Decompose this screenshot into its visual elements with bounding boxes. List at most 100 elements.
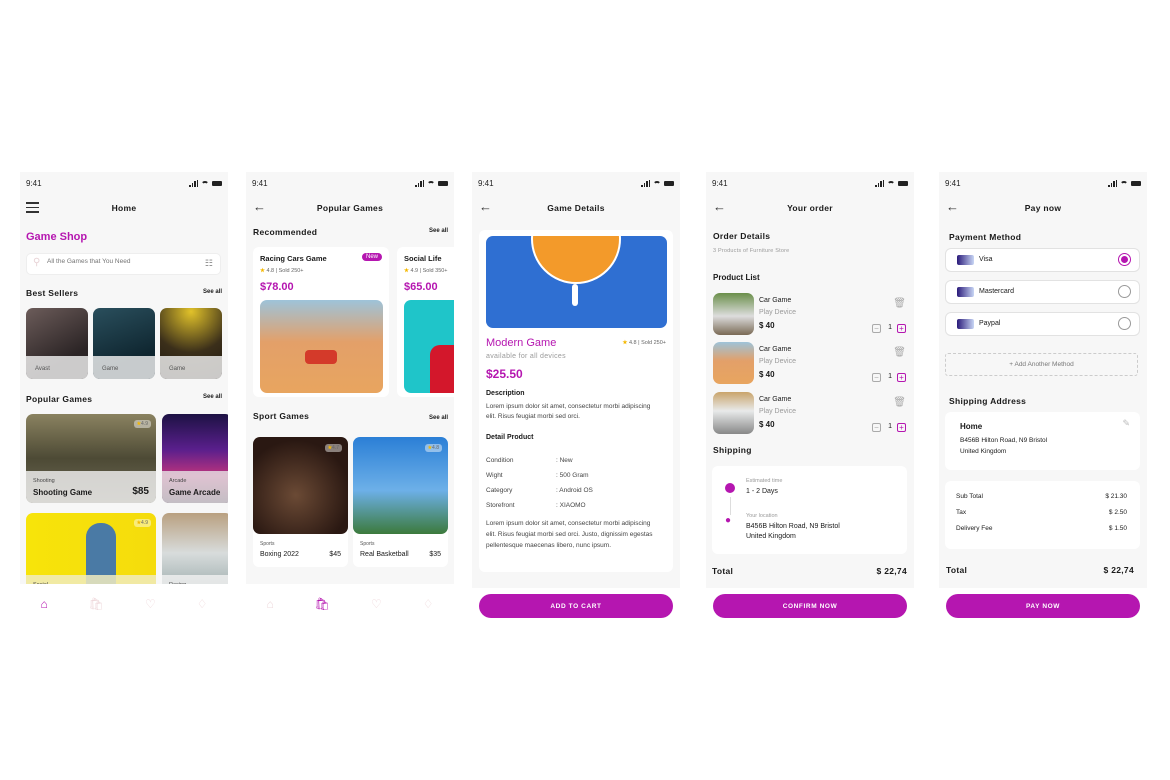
recommended-card[interactable]: Social Life ★ 4.9 | Sold 350+ $65.00 [397,247,454,397]
game-image: ★4.8 [353,437,448,534]
location-label: Your location [746,513,778,519]
minus-icon[interactable]: − [872,423,881,432]
bottom-nav: ⌂ 🛍︎ ♡ ♢ [246,584,454,624]
order-screen: 9:41 ← Your order Order Details 3 Produc… [706,172,914,624]
game-subtitle: available for all devices [486,353,566,360]
minus-icon[interactable]: − [872,324,881,333]
battery-icon [438,181,448,186]
payment-method-title: Payment Method [949,232,1022,242]
bell-icon[interactable]: ♢ [197,597,208,611]
heart-icon[interactable]: ♡ [145,597,156,611]
rating-badge: ★4.8 [424,444,442,452]
best-seller-label: Game [169,366,186,372]
wifi-icon [653,180,661,187]
best-seller-label: Avast [35,366,50,372]
minus-icon[interactable]: − [872,373,881,382]
address-line1: B456B Hilton Road, N9 Bristol [960,437,1048,444]
product-sub: Play Device [759,309,796,316]
bottom-nav: ⌂ 🛍︎ ♡ ♢ [20,584,228,624]
order-details-title: Order Details [713,231,771,241]
rating-text: ★ 4.8 | Sold 250+ [260,268,304,274]
product-price: $ 40 [759,420,775,429]
radio-selected[interactable] [1118,253,1131,266]
summary-row: Delivery Fee $ 1.50 [956,525,1127,532]
add-to-cart-button[interactable]: ADD TO CART [479,594,673,618]
rating-text: ★ 4.9 | Sold 350+ [404,268,448,274]
popular-game-card[interactable]: ★4.9 Shooting Shooting Game $85 [26,414,156,503]
total-value: $ 22,74 [1103,565,1134,575]
plus-icon[interactable]: + [897,423,906,432]
status-time: 9:41 [712,179,728,188]
address-card: Home ✎ B456B Hilton Road, N9 Bristol Uni… [945,412,1140,470]
payment-label: Visa [979,256,993,263]
payment-option-paypal[interactable]: Paypal [945,312,1140,336]
game-image [404,300,454,393]
wifi-icon [1120,180,1128,187]
trash-icon[interactable]: 🗑︎ [893,298,906,309]
order-item: Car Game Play Device $ 40 🗑︎ − 1 + [713,342,908,384]
bell-icon[interactable]: ♢ [423,597,434,611]
popular-see-all[interactable]: See all [203,394,222,400]
popular-game-card[interactable]: Arcade Game Arcade [162,414,228,503]
total-label: Total [712,566,734,576]
product-sub: Play Device [759,358,796,365]
search-input[interactable] [47,258,187,265]
clock-icon [725,483,735,493]
plus-icon[interactable]: + [897,373,906,382]
summary-row: Tax $ 2.50 [956,509,1127,516]
game-name: Social Life [404,254,442,263]
search-bar[interactable]: ⚲ ☷ [26,253,221,275]
wifi-icon [427,180,435,187]
bag-icon[interactable]: 🛍︎ [89,597,104,611]
trash-icon[interactable]: 🗑︎ [893,347,906,358]
payment-label: Paypal [979,320,1001,327]
payment-option-visa[interactable]: Visa [945,248,1140,272]
game-category: Sports [260,541,275,547]
order-item: Car Game Play Device $ 40 🗑︎ − 1 + [713,392,908,434]
product-price: $ 40 [759,321,775,330]
signal-icon [189,180,198,187]
best-sellers-title: Best Sellers [26,288,79,298]
filter-icon[interactable]: ☷ [205,258,213,269]
game-image: ★4.7 [253,437,348,534]
game-price: $78.00 [260,281,294,293]
pay-now-button[interactable]: PAY NOW [946,594,1140,618]
status-time: 9:41 [478,179,494,188]
best-sellers-see-all[interactable]: See all [203,289,222,295]
plus-icon[interactable]: + [897,324,906,333]
best-seller-card[interactable]: Avast [26,308,88,379]
radio-unselected[interactable] [1118,285,1131,298]
location-line2: United Kingdom [746,533,796,540]
product-thumbnail [713,293,754,335]
sport-game-card[interactable]: ★4.8 Sports Real Basketball $35 [353,437,448,567]
shipping-title: Shipping [713,445,752,455]
specs-table: Condition: New Wight: 500 Gram Category:… [486,457,656,517]
add-method-button[interactable]: + Add Another Method [945,353,1138,376]
payment-option-mastercard[interactable]: Mastercard [945,280,1140,304]
new-badge: New [361,253,382,261]
recommended-card[interactable]: Racing Cars Game New ★ 4.8 | Sold 250+ $… [253,247,389,397]
home-icon[interactable]: ⌂ [40,597,47,611]
timeline-line [729,497,731,515]
bag-icon[interactable]: 🛍︎ [315,597,330,611]
shipping-address-title: Shipping Address [949,396,1027,406]
best-seller-card[interactable]: Game [93,308,155,379]
heart-icon[interactable]: ♡ [371,597,382,611]
popular-game-card[interactable]: ★4.9 Social [26,513,156,593]
sport-see-all[interactable]: See all [429,415,448,421]
home-icon[interactable]: ⌂ [266,597,273,611]
battery-icon [1131,181,1141,186]
radio-unselected[interactable] [1118,317,1131,330]
trash-icon[interactable]: 🗑︎ [893,397,906,408]
confirm-now-button[interactable]: CONFIRM NOW [713,594,907,618]
sport-games-title: Sport Games [253,411,310,421]
best-seller-card[interactable]: Game [160,308,222,379]
quantity-value: 1 [888,373,892,380]
location-pin-icon: ● [725,515,732,526]
details-card: Modern Game ★ 4.8 | Sold 250+ available … [479,230,673,572]
sport-game-card[interactable]: ★4.7 Sports Boxing 2022 $45 [253,437,348,567]
edit-icon[interactable]: ✎ [1122,418,1130,429]
product-thumbnail [713,392,754,434]
popular-game-card[interactable]: Racing [162,513,228,593]
recommended-see-all[interactable]: See all [429,228,448,234]
